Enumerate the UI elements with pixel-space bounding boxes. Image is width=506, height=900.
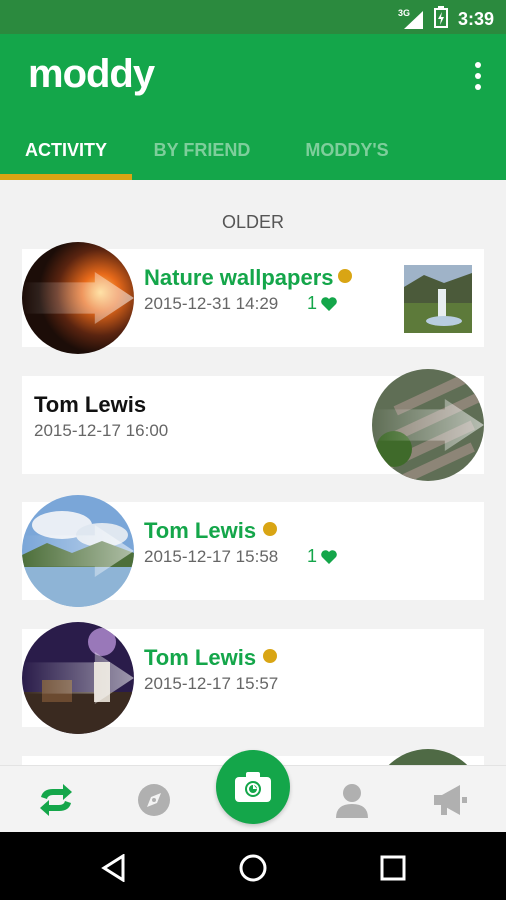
tab-activity[interactable]: ACTIVITY bbox=[0, 130, 132, 180]
network-type: 3G bbox=[397, 7, 410, 18]
status-icons: 3G 3:39 bbox=[398, 6, 494, 33]
clock: 3:39 bbox=[457, 9, 494, 29]
heart-icon bbox=[321, 549, 337, 564]
tab-bar: ACTIVITY BY FRIEND MODDY'S bbox=[0, 130, 506, 180]
compass-icon[interactable] bbox=[134, 780, 174, 820]
camera-icon bbox=[235, 772, 271, 802]
feed-item-date: 2015-12-31 14:29 bbox=[144, 294, 279, 313]
app-logo: moddy bbox=[28, 52, 155, 96]
likes-count: 1 bbox=[307, 546, 338, 567]
megaphone-icon[interactable] bbox=[430, 780, 470, 820]
tab-by-friend[interactable]: BY FRIEND bbox=[132, 130, 272, 180]
recents-icon[interactable] bbox=[375, 850, 411, 886]
feed-item-title: Tom Lewis bbox=[34, 392, 147, 417]
feed-item-date: 2015-12-17 16:00 bbox=[34, 421, 169, 440]
signal-icon: 3G bbox=[398, 8, 424, 30]
battery-icon bbox=[433, 6, 448, 33]
refresh-icon[interactable] bbox=[36, 780, 76, 820]
home-icon[interactable] bbox=[235, 850, 271, 886]
post-thumbnail[interactable] bbox=[404, 265, 472, 333]
likes-value: 1 bbox=[307, 293, 318, 313]
status-dot bbox=[263, 649, 277, 663]
back-icon[interactable] bbox=[96, 850, 132, 886]
activity-feed[interactable]: OLDER Nature wallpapers 2015-12-31 14:29… bbox=[0, 180, 506, 765]
status-bar: 3G 3:39 bbox=[0, 0, 506, 34]
person-icon[interactable] bbox=[332, 780, 372, 820]
likes-value: 1 bbox=[307, 546, 318, 566]
status-dot bbox=[263, 522, 277, 536]
avatar[interactable] bbox=[22, 495, 134, 607]
camera-button[interactable] bbox=[216, 750, 290, 824]
avatar[interactable] bbox=[372, 369, 484, 481]
feed-item-title: Nature wallpapers bbox=[144, 265, 334, 290]
likes-count: 1 bbox=[307, 293, 338, 314]
section-label: OLDER bbox=[221, 212, 284, 232]
feed-item-title: Tom Lewis bbox=[144, 645, 257, 670]
tab-moddys[interactable]: MODDY'S bbox=[272, 130, 422, 180]
status-dot bbox=[338, 269, 352, 283]
bottom-navigation bbox=[0, 750, 506, 832]
feed-item-title: Tom Lewis bbox=[144, 518, 257, 543]
avatar[interactable] bbox=[22, 622, 134, 734]
app-bar: moddy ACTIVITY BY FRIEND MODDY'S bbox=[0, 34, 506, 180]
feed-item-date: 2015-12-17 15:57 bbox=[144, 674, 279, 693]
overflow-menu-icon[interactable] bbox=[472, 62, 484, 90]
avatar[interactable] bbox=[22, 242, 134, 354]
heart-icon bbox=[321, 296, 337, 311]
system-navigation-bar bbox=[0, 832, 506, 900]
feed-item-date: 2015-12-17 15:58 bbox=[144, 547, 279, 566]
